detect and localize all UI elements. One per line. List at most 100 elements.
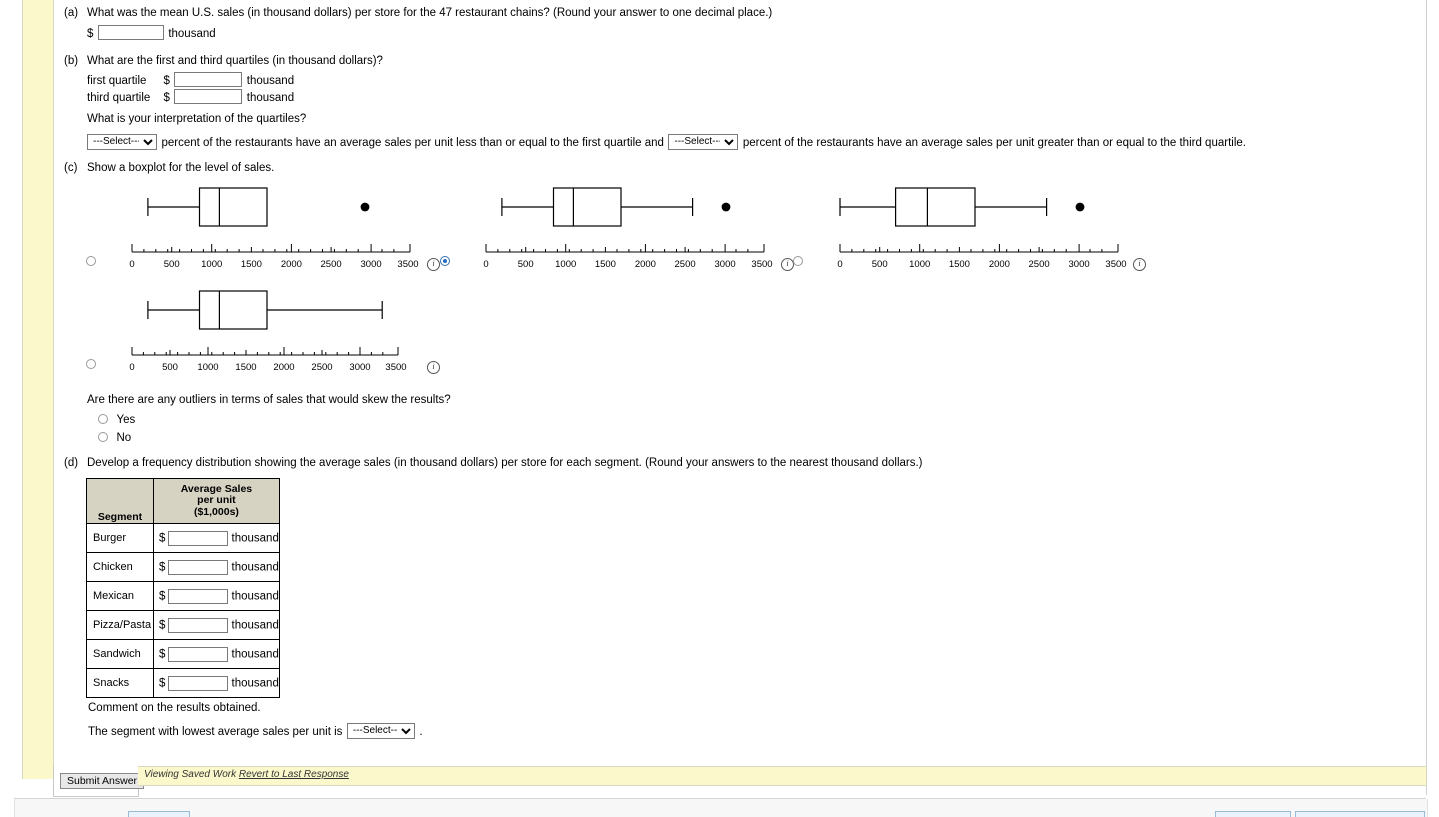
- segment-value-cell: $ thousand: [153, 581, 280, 611]
- dollar-sign: $: [159, 531, 166, 544]
- segment-value-input-pizza-pasta[interactable]: [168, 617, 229, 633]
- quartile-interpretation-prompt: What is your interpretation of the quart…: [87, 113, 307, 125]
- mean-sales-input[interactable]: [97, 25, 164, 41]
- part-d-question: Develop a frequency distribution showing…: [87, 457, 923, 469]
- boxplot-choice-2[interactable]: 0 500 1000 1500 2000 2500 3000 3500: [474, 180, 774, 272]
- svg-text:1500: 1500: [241, 259, 262, 270]
- segment-value-input-chicken[interactable]: [168, 559, 229, 575]
- info-icon[interactable]: i: [427, 361, 440, 374]
- dollar-sign: $: [87, 28, 94, 40]
- right-border-rule: [1426, 0, 1427, 795]
- outlier-no-radio[interactable]: [98, 431, 108, 442]
- lowest-segment-suffix: .: [419, 726, 423, 738]
- interpretation-sentence-part1: percent of the restaurants have an avera…: [161, 137, 664, 149]
- third-quartile-row: third quartile $ thousand: [87, 88, 294, 106]
- part-b-question: What are the first and third quartiles (…: [87, 55, 383, 67]
- outlier-question: Are there are any outliers in terms of s…: [87, 394, 451, 406]
- third-quartile-input[interactable]: [174, 89, 243, 105]
- third-quartile-label: third quartile: [87, 92, 151, 104]
- saved-work-label: Viewing Saved Work: [144, 769, 237, 780]
- table-row: Chicken $ thousand: [86, 552, 280, 582]
- unit-label: thousand: [231, 618, 279, 631]
- segment-value-cell: $ thousand: [153, 610, 280, 640]
- outlier-option-yes[interactable]: Yes: [98, 410, 135, 428]
- svg-text:1000: 1000: [201, 259, 222, 270]
- lowest-segment-prefix: The segment with lowest average sales pe…: [88, 726, 343, 738]
- svg-text:1000: 1000: [909, 259, 930, 270]
- unit-label: thousand: [246, 92, 295, 104]
- svg-text:3000: 3000: [361, 259, 382, 270]
- table-row: Mexican $ thousand: [86, 581, 280, 611]
- footer-tab-right-2[interactable]: [1295, 811, 1425, 817]
- info-icon[interactable]: i: [1133, 258, 1146, 271]
- footer-tab-left[interactable]: [128, 811, 190, 817]
- svg-text:0: 0: [129, 362, 134, 373]
- boxplot-choice-4-radio-left[interactable]: [86, 359, 96, 369]
- part-a-question: What was the mean U.S. sales (in thousan…: [87, 7, 773, 19]
- svg-text:3000: 3000: [349, 362, 370, 373]
- svg-text:3500: 3500: [397, 259, 418, 270]
- svg-text:2500: 2500: [675, 259, 696, 270]
- svg-text:3500: 3500: [751, 259, 772, 270]
- svg-text:1500: 1500: [235, 362, 256, 373]
- segment-value-input-snacks[interactable]: [168, 675, 229, 691]
- table-header-row: Segment Average Sales per unit ($1,000s): [86, 478, 280, 524]
- first-quartile-percent-select[interactable]: ---Select---: [87, 133, 157, 150]
- boxplot-chart-3: 0 500 1000 1500 2000 2500 3000 3500: [837, 187, 1127, 270]
- boxplot-choice-1[interactable]: 0 500 1000 1500 2000 2500 3000 3500: [120, 180, 420, 272]
- unit-label: thousand: [231, 589, 279, 602]
- segment-name: Sandwich: [86, 639, 154, 669]
- table-row: Burger $ thousand: [86, 523, 280, 553]
- unit-label: thousand: [231, 676, 279, 689]
- svg-text:0: 0: [483, 259, 488, 270]
- unit-label: thousand: [231, 560, 279, 573]
- header-average-sales: Average Sales per unit ($1,000s): [153, 478, 280, 524]
- first-quartile-input[interactable]: [174, 72, 243, 88]
- segment-value-cell: $ thousand: [153, 668, 280, 698]
- unit-label: thousand: [168, 28, 216, 40]
- svg-text:500: 500: [162, 362, 178, 373]
- comment-prompt: Comment on the results obtained.: [88, 702, 261, 714]
- segment-value-cell: $ thousand: [153, 639, 280, 669]
- boxplot-choice-4[interactable]: 0 500 1000 1500 2000 2500 3000 3500: [120, 283, 420, 375]
- interpretation-sentence-part2: percent of the restaurants have an avera…: [742, 137, 1246, 149]
- svg-text:1000: 1000: [197, 362, 218, 373]
- svg-text:500: 500: [164, 259, 180, 270]
- dollar-sign: $: [159, 647, 166, 660]
- part-c-question: Show a boxplot for the level of sales.: [87, 162, 275, 174]
- outlier-yes-radio[interactable]: [98, 413, 108, 424]
- svg-text:2000: 2000: [273, 362, 294, 373]
- boxplot-choice-2-radio[interactable]: [793, 256, 803, 266]
- revert-to-last-response-link[interactable]: Revert to Last Response: [239, 769, 349, 780]
- boxplot-choice-1-radio-left[interactable]: [86, 256, 96, 266]
- outlier-option-no[interactable]: No: [98, 428, 131, 446]
- footer-tab-right-1[interactable]: [1215, 811, 1291, 817]
- dollar-sign: $: [163, 75, 170, 87]
- boxplot-chart-1: 0 500 1000 1500 2000 2500 3000 3500: [129, 187, 419, 270]
- boxplot-chart-2: 0 500 1000 1500 2000 2500 3000 3500: [483, 187, 773, 270]
- segment-name: Snacks: [86, 668, 154, 698]
- first-quartile-row: first quartile $ thousand: [87, 71, 294, 89]
- dollar-sign: $: [163, 92, 170, 104]
- header-avg-line3: ($1,000s): [193, 505, 239, 518]
- svg-text:3000: 3000: [1069, 259, 1090, 270]
- segment-value-input-mexican[interactable]: [168, 588, 229, 604]
- part-c-label: (c): [64, 162, 78, 174]
- part-a-label: (a): [64, 7, 79, 19]
- part-b-label: (b): [64, 55, 79, 67]
- boxplot-choice-1-radio[interactable]: [440, 256, 450, 266]
- boxplot-choice-3[interactable]: 0 500 1000 1500 2000 2500 3000 3500: [828, 180, 1128, 272]
- segment-value-input-sandwich[interactable]: [168, 646, 229, 662]
- submit-answer-button[interactable]: Submit Answer: [60, 773, 145, 789]
- info-icon[interactable]: i: [427, 258, 440, 271]
- svg-text:2500: 2500: [311, 362, 332, 373]
- segment-value-input-burger[interactable]: [168, 530, 229, 546]
- svg-text:3000: 3000: [715, 259, 736, 270]
- part-a-answer-row: $ thousand: [87, 24, 216, 42]
- svg-text:2000: 2000: [281, 259, 302, 270]
- dollar-sign: $: [159, 589, 166, 602]
- lowest-segment-select[interactable]: ---Select---: [346, 722, 415, 739]
- third-quartile-percent-select[interactable]: ---Select---: [668, 133, 739, 150]
- segment-name: Chicken: [86, 552, 154, 582]
- left-accent-strip: [22, 0, 54, 779]
